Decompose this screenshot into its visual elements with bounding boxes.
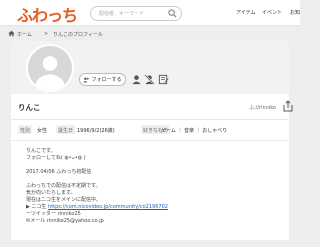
bio-line: ふわっちでの配信は不定期です。 (26, 183, 101, 189)
nicolive-label: ▶ ニコ生 (26, 204, 49, 210)
gender-value: 女性 (37, 128, 48, 134)
nicolive-community-link[interactable]: https://com.nicovideo.jp/community/co219… (48, 204, 168, 210)
gender-label: 性別 (18, 125, 33, 134)
block-user-icon[interactable] (144, 74, 155, 85)
person-add-icon (83, 77, 90, 82)
nav-event-link[interactable]: イベント (262, 9, 282, 16)
profile-name-row: りんこ ふ://rinniko (11, 94, 293, 120)
search-input[interactable] (91, 7, 169, 20)
home-icon (8, 30, 15, 37)
share-icon[interactable] (283, 100, 293, 112)
user-name: りんこ (18, 103, 41, 112)
user-id: ふ://rinniko (249, 105, 277, 111)
profile-bio: りんこです。 フォローしてね( ◍•ᴗ•◍ ) 2017.04/06 ふわっち初… (11, 140, 289, 240)
follow-button-label: フォローする (91, 77, 122, 83)
bio-line: 現在はニコ生をメインに配信中。 (26, 197, 102, 203)
search-box[interactable] (90, 6, 182, 21)
breadcrumb-current: りんこのプロフィール (53, 32, 103, 38)
nav-news-link[interactable]: お知 (290, 9, 300, 16)
follow-button[interactable]: フォローする (79, 73, 126, 86)
bio-line-twitter: ーツイッター rinniko25 (26, 211, 81, 217)
bio-line: フォローしてね( ◍•ᴗ•◍ ) (26, 155, 86, 161)
birthday-value: 1996/9/2(26歳) (77, 128, 115, 134)
breadcrumb-home-link[interactable]: ホーム (17, 31, 32, 38)
search-icon[interactable] (168, 9, 177, 18)
default-avatar-icon (28, 46, 72, 90)
breadcrumb-separator: > (44, 31, 49, 37)
profile-attributes: 性別 女性 誕生日 1996/9/2(26歳) 好きなもの ゲーム ｜ 音楽 ｜… (11, 120, 289, 140)
avatar (26, 44, 74, 92)
breadcrumb: ホーム > りんこのプロフィール (0, 27, 300, 41)
site-header: ふわっち アイテム イベント お知 (0, 0, 300, 26)
bio-line-email: ✉メール rinniko25@yahoo.co.jp (26, 218, 104, 224)
bio-line-nicolive: ▶ ニコ生 https://com.nicovideo.jp/community… (26, 204, 168, 210)
birthday-label: 誕生日 (56, 125, 76, 134)
report-icon[interactable] (158, 74, 169, 85)
bio-line: 気が向いたらします。 (26, 190, 76, 196)
bio-line: 2017.04/06 ふわっち初配信 (26, 169, 92, 175)
nav-item-link[interactable]: アイテム (236, 9, 256, 16)
likes-value: ゲーム ｜ 音楽 ｜ おしゃべり (161, 128, 228, 134)
bio-line: りんこです。 (26, 148, 56, 154)
site-logo[interactable]: ふわっち (17, 2, 78, 26)
page: ふわっち アイテム イベント お知 ホーム > りんこのプロフィール (0, 0, 300, 247)
person-icon[interactable] (131, 74, 142, 85)
